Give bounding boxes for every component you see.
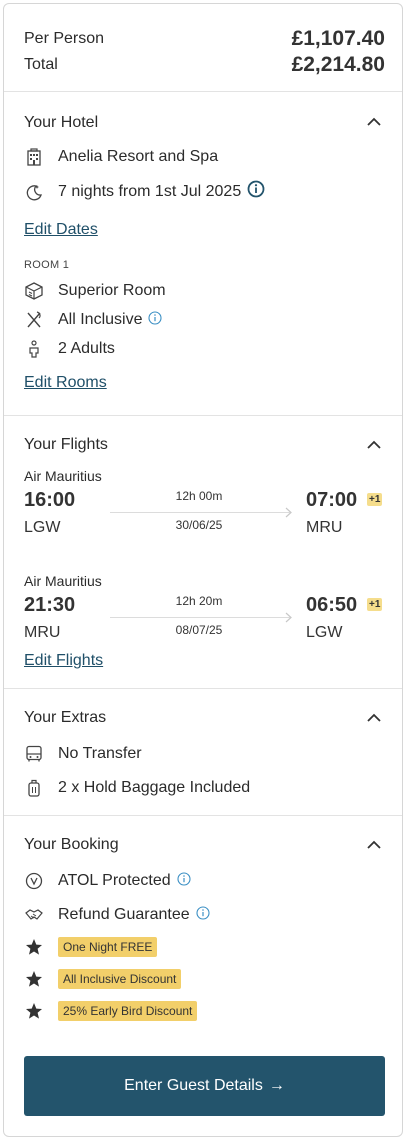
- return-duration: 12h 20m: [175, 594, 223, 608]
- handshake-icon: [24, 905, 44, 925]
- room-icon: [24, 281, 44, 301]
- refund-row: Refund Guarantee: [24, 905, 210, 925]
- divider: [4, 91, 402, 92]
- flight-route-line: [110, 512, 290, 513]
- atol-shield-icon: [24, 871, 44, 891]
- booking-section-title: Your Booking: [24, 836, 119, 853]
- room-type: Superior Room: [58, 282, 166, 299]
- edit-flights-link[interactable]: Edit Flights: [24, 652, 103, 670]
- divider: [4, 415, 402, 416]
- day-offset-badge: +1: [367, 598, 383, 611]
- luggage-icon: [24, 778, 44, 798]
- arrow-right-icon: [285, 507, 292, 518]
- edit-rooms-link[interactable]: Edit Rooms: [24, 374, 107, 392]
- info-icon[interactable]: [247, 180, 265, 203]
- offer-row: All Inclusive Discount: [24, 969, 182, 989]
- return-airline: Air Mauritius: [24, 573, 102, 589]
- atol-protected: ATOL Protected: [58, 872, 171, 889]
- person-icon: [24, 339, 44, 359]
- day-offset-badge: +1: [367, 493, 383, 506]
- price-summary: Per Person £1,107.40 Total £2,214.80: [24, 26, 385, 78]
- return-depart-time: 21:30: [24, 594, 76, 616]
- outbound-arrive-airport: MRU: [306, 519, 343, 536]
- info-icon[interactable]: [196, 905, 210, 925]
- star-icon: [24, 969, 44, 989]
- bus-icon: [24, 744, 44, 764]
- offer-badge: 25% Early Bird Discount: [58, 1001, 198, 1021]
- chevron-up-icon[interactable]: [366, 437, 382, 453]
- chevron-up-icon[interactable]: [366, 837, 382, 853]
- hotel-nights-row: 7 nights from 1st Jul 2025: [24, 180, 265, 203]
- outbound-date: 30/06/25: [175, 518, 223, 532]
- outbound-depart-airport: LGW: [24, 519, 61, 536]
- refund-guarantee: Refund Guarantee: [58, 906, 190, 923]
- return-arrive-airport: LGW: [306, 624, 343, 641]
- room-label: ROOM 1: [24, 259, 70, 271]
- offer-badge: One Night FREE: [58, 937, 158, 957]
- board-row: All Inclusive: [24, 310, 163, 330]
- edit-dates-link[interactable]: Edit Dates: [24, 221, 98, 239]
- outbound-arrive-time: 07:00: [306, 489, 358, 511]
- guests-row: 2 Adults: [24, 339, 115, 359]
- star-icon: [24, 1001, 44, 1021]
- outbound-duration: 12h 00m: [175, 489, 223, 503]
- offer-row: 25% Early Bird Discount: [24, 1001, 198, 1021]
- booking-summary-card: Per Person £1,107.40 Total £2,214.80 You…: [3, 3, 403, 1137]
- chevron-up-icon[interactable]: [366, 114, 382, 130]
- per-person-price: £1,107.40: [291, 27, 385, 50]
- cta-label: Enter Guest Details: [124, 1077, 263, 1094]
- room-type-row: Superior Room: [24, 281, 166, 301]
- extras-section-title: Your Extras: [24, 709, 107, 726]
- building-icon: [24, 147, 44, 167]
- enter-guest-details-button[interactable]: Enter Guest Details →: [24, 1056, 385, 1116]
- offer-badge: All Inclusive Discount: [58, 969, 182, 989]
- info-icon[interactable]: [148, 310, 163, 330]
- transfer-status: No Transfer: [58, 745, 142, 762]
- return-date: 08/07/25: [175, 623, 223, 637]
- arrow-right-icon: [285, 612, 292, 623]
- hotel-nights: 7 nights from 1st Jul 2025: [58, 182, 242, 200]
- arrow-right-icon: →: [268, 1077, 285, 1094]
- total-label: Total: [24, 56, 58, 73]
- chevron-up-icon[interactable]: [366, 710, 382, 726]
- outbound-airline: Air Mauritius: [24, 468, 102, 484]
- return-arrive-time: 06:50: [306, 594, 358, 616]
- board-type: All Inclusive: [58, 311, 143, 328]
- return-depart-airport: MRU: [24, 624, 61, 641]
- per-person-label: Per Person: [24, 30, 105, 47]
- guest-count: 2 Adults: [58, 340, 115, 357]
- offer-row: One Night FREE: [24, 937, 158, 957]
- star-icon: [24, 937, 44, 957]
- baggage-status: 2 x Hold Baggage Included: [58, 779, 251, 796]
- info-icon[interactable]: [177, 871, 191, 891]
- total-price: £2,214.80: [291, 53, 385, 76]
- flights-section-title: Your Flights: [24, 436, 108, 453]
- baggage-row: 2 x Hold Baggage Included: [24, 778, 250, 798]
- transfer-row: No Transfer: [24, 744, 142, 764]
- hotel-name: Anelia Resort and Spa: [58, 148, 219, 165]
- hotel-name-row: Anelia Resort and Spa: [24, 147, 218, 167]
- hotel-section-title: Your Hotel: [24, 114, 99, 131]
- divider: [4, 688, 402, 689]
- moon-icon: [24, 182, 44, 202]
- cutlery-icon: [24, 310, 44, 330]
- flight-route-line: [110, 617, 290, 618]
- outbound-depart-time: 16:00: [24, 489, 76, 511]
- divider: [4, 815, 402, 816]
- atol-row: ATOL Protected: [24, 871, 191, 891]
